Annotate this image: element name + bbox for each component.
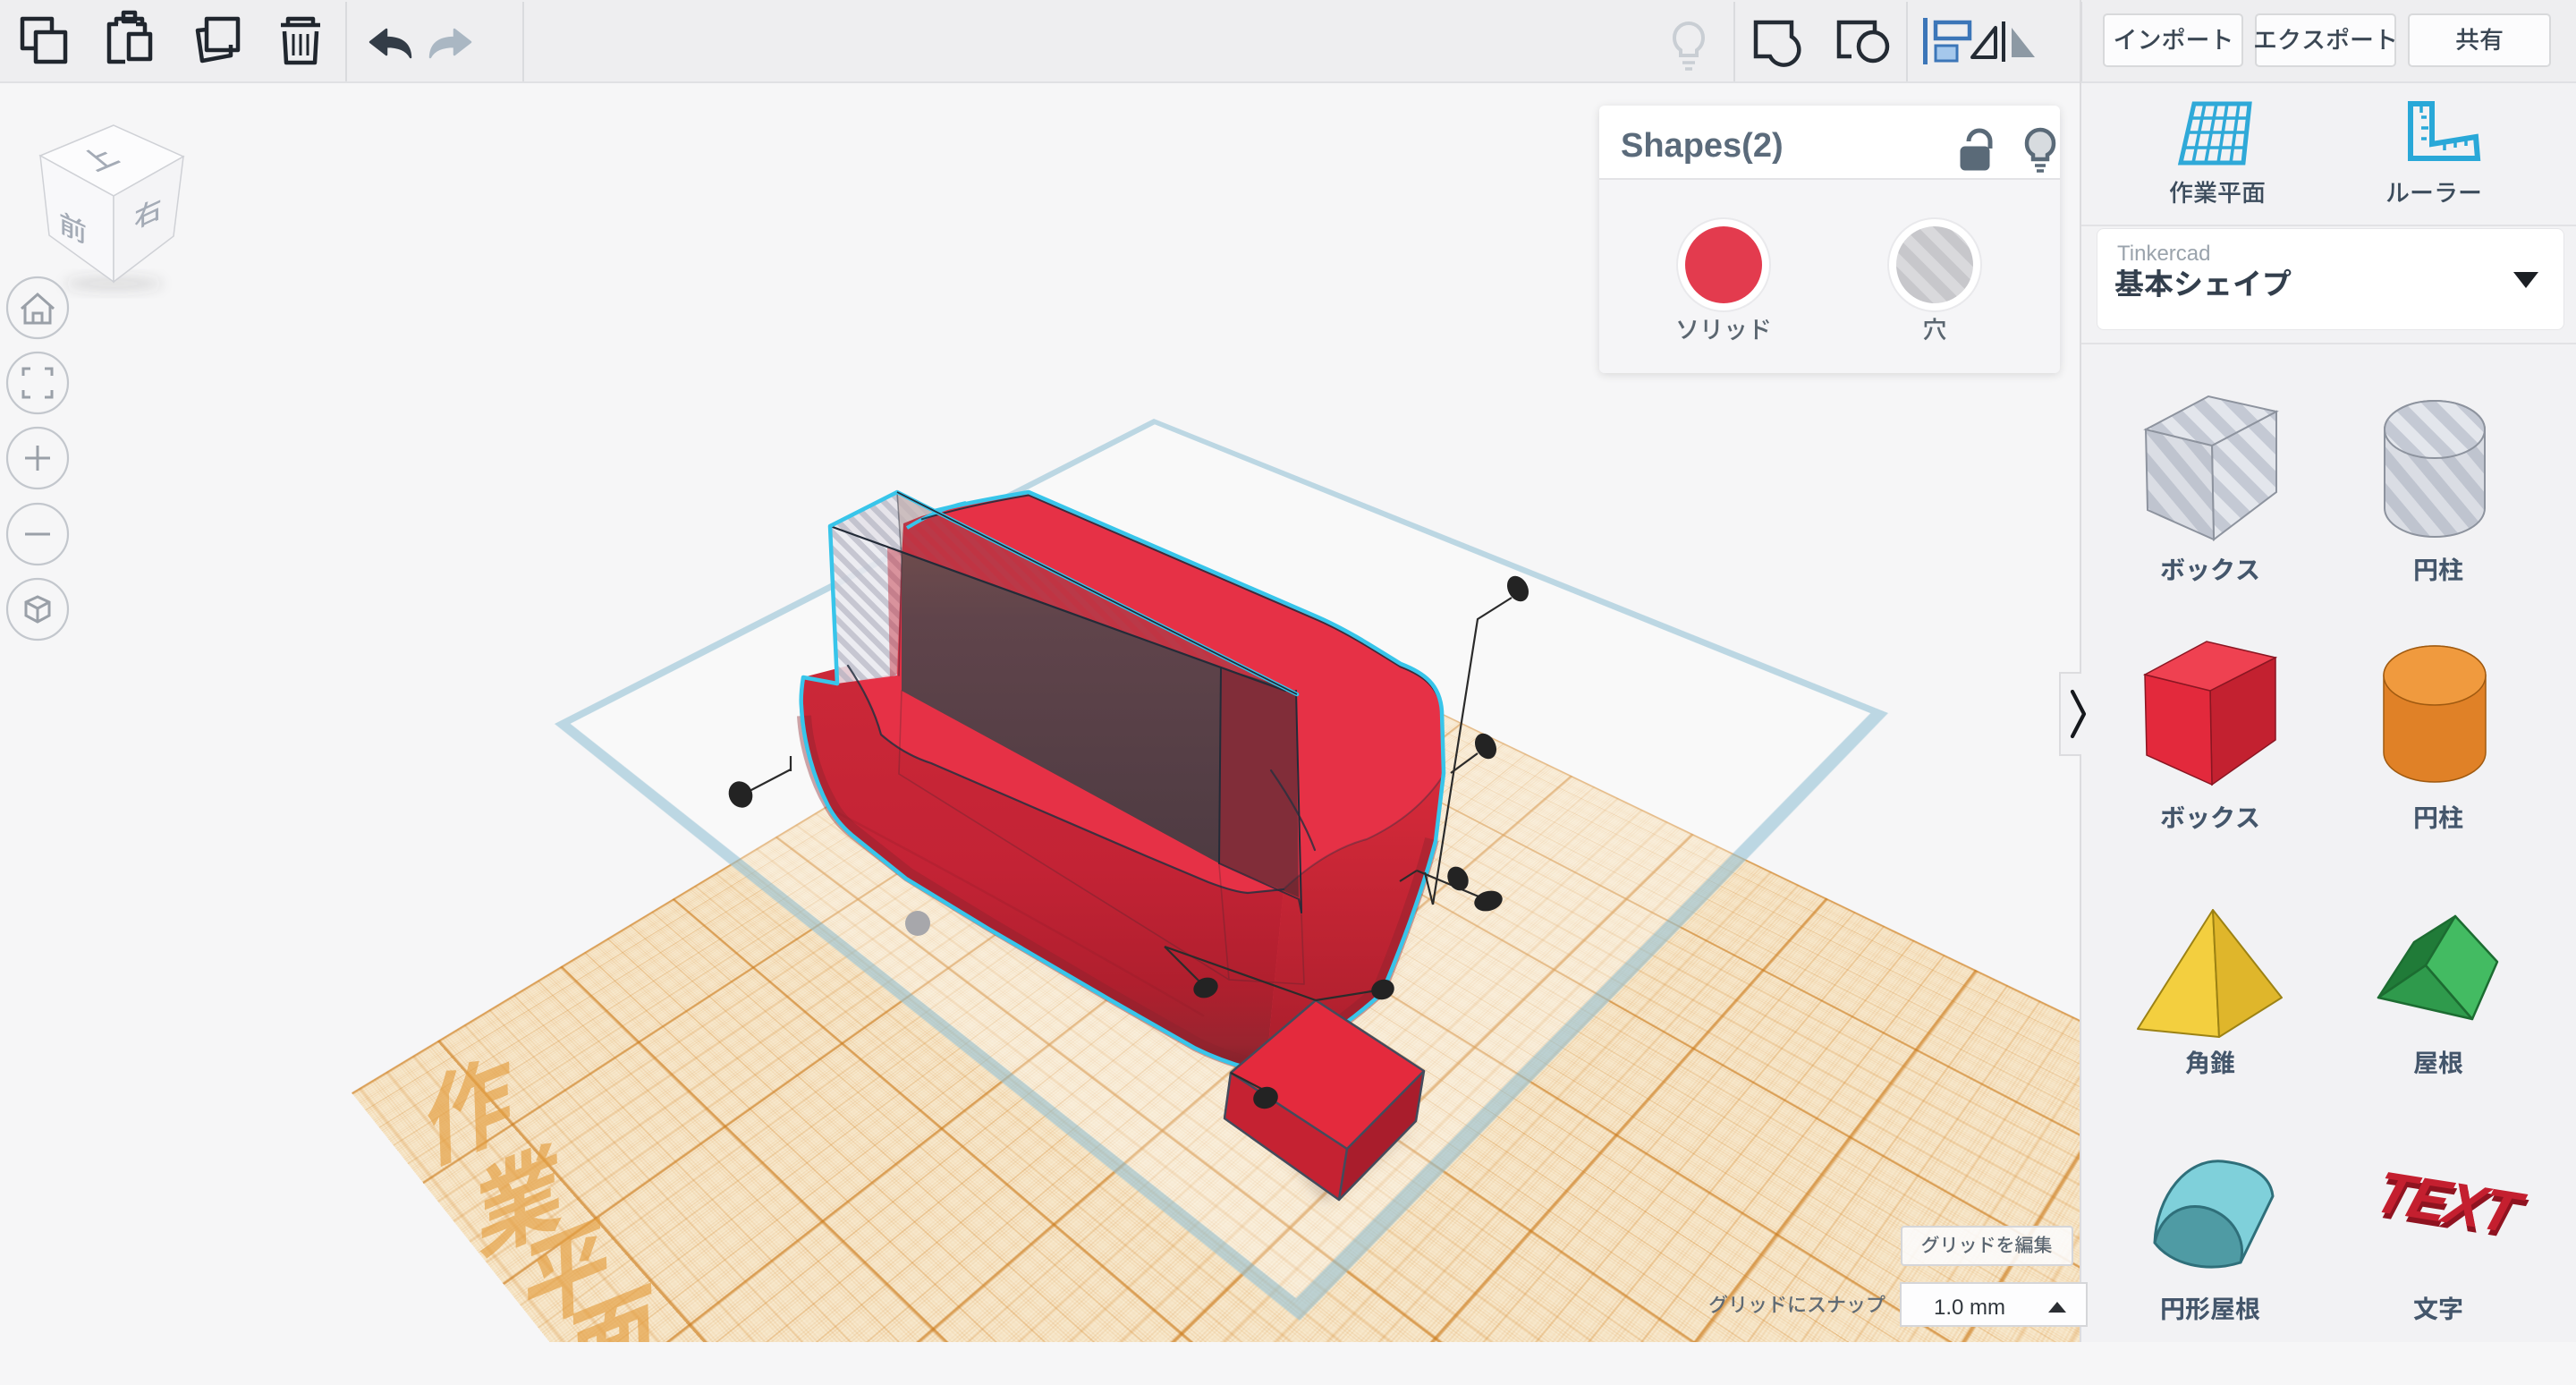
svg-text:TEXT: TEXT (2367, 1160, 2532, 1246)
